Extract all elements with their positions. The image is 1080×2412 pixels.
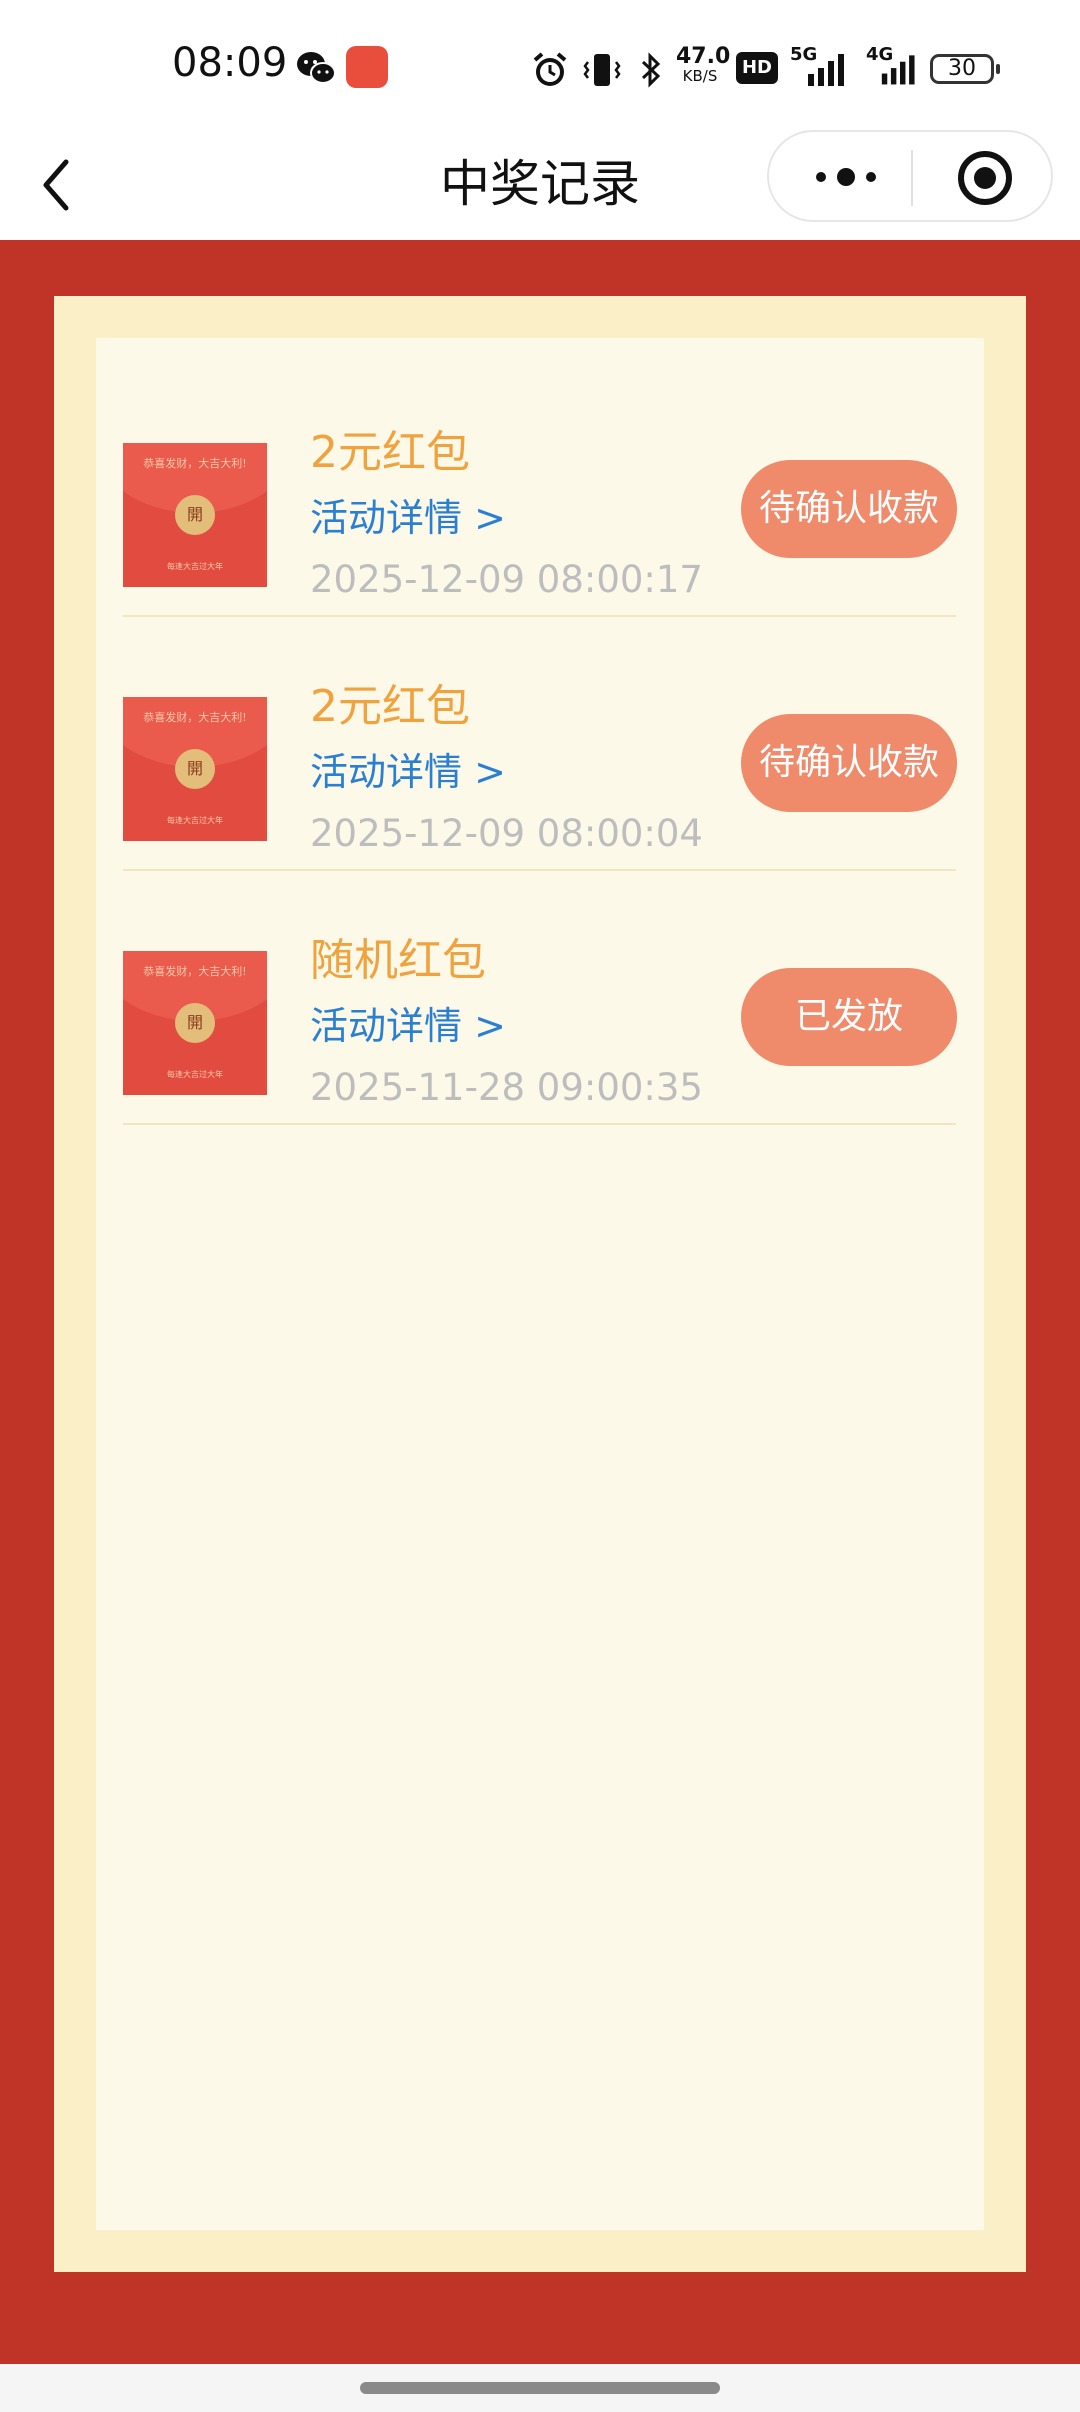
record-time: 2025-12-09 08:00:17 (310, 558, 703, 601)
activity-details-link[interactable]: 活动详情 > (310, 493, 506, 543)
envelope-seal: 開 (175, 749, 215, 789)
status-button[interactable]: 待确认收款 (741, 460, 957, 558)
gesture-bar (0, 2364, 1080, 2412)
nav-bar: 中奖记录 (0, 130, 1080, 240)
home-indicator[interactable] (360, 2382, 720, 2394)
activity-details-link[interactable]: 活动详情 > (310, 1001, 506, 1051)
activity-details-link[interactable]: 活动详情 > (310, 747, 506, 797)
red-envelope-image: 恭喜发财，大吉大利! 開 每逢大吉过大年 (123, 443, 267, 587)
net-speed: 47.0 KB/S (676, 46, 730, 85)
net-speed-unit: KB/S (682, 67, 718, 85)
red-envelope-image: 恭喜发财，大吉大利! 開 每逢大吉过大年 (123, 951, 267, 1095)
close-target-icon[interactable] (955, 150, 1015, 206)
record-time: 2025-12-09 08:00:04 (310, 812, 703, 855)
record-time: 2025-11-28 09:00:35 (310, 1066, 703, 1109)
envelope-greeting: 恭喜发财，大吉大利! (143, 711, 247, 724)
status-time: 08:09 (172, 40, 288, 86)
alarm-icon (533, 52, 567, 86)
record-title: 2元红包 (310, 427, 470, 478)
more-icon[interactable] (801, 152, 891, 202)
envelope-footer: 每逢大吉过大年 (167, 816, 223, 825)
record-item: 恭喜发财，大吉大利! 開 每逢大吉过大年 随机红包 活动详情 > 2025-11… (123, 871, 957, 1125)
record-title: 随机红包 (310, 935, 486, 986)
vibrate-icon (583, 54, 621, 86)
red-envelope-image: 恭喜发财，大吉大利! 開 每逢大吉过大年 (123, 697, 267, 841)
envelope-footer: 每逢大吉过大年 (167, 1070, 223, 1079)
status-button[interactable]: 待确认收款 (741, 714, 957, 812)
battery-icon: 30 (930, 54, 1000, 84)
envelope-greeting: 恭喜发财，大吉大利! (143, 457, 247, 470)
app-icon (346, 46, 388, 88)
status-bar: 08:09 47.0 KB/S HD 5G 4G 30 (0, 0, 1080, 130)
bluetooth-icon (641, 52, 661, 88)
record-title: 2元红包 (310, 681, 470, 732)
signal-icon (881, 55, 915, 85)
record-item: 恭喜发财，大吉大利! 開 每逢大吉过大年 2元红包 活动详情 > 2025-12… (123, 617, 957, 871)
envelope-greeting: 恭喜发财，大吉大利! (143, 965, 247, 978)
wechat-icon (297, 52, 336, 84)
status-button[interactable]: 已发放 (741, 968, 957, 1066)
record-item: 恭喜发财，大吉大利! 開 每逢大吉过大年 2元红包 活动详情 > 2025-12… (123, 363, 957, 617)
hd-icon: HD (736, 52, 778, 84)
capsule-divider (911, 150, 913, 206)
envelope-seal: 開 (175, 495, 215, 535)
envelope-footer: 每逢大吉过大年 (167, 562, 223, 571)
envelope-seal: 開 (175, 1003, 215, 1043)
mini-program-capsule (767, 130, 1053, 222)
net-speed-value: 47.0 (676, 44, 731, 69)
signal-icon (808, 54, 844, 86)
